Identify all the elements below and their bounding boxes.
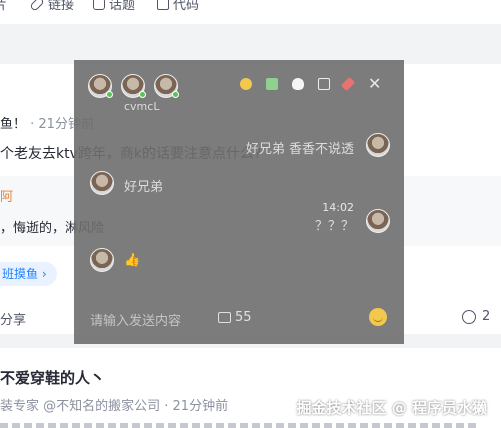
- toolbar-topic-label: 话题: [109, 0, 136, 13]
- avatar[interactable]: [121, 74, 146, 98]
- online-status-dot: [106, 91, 113, 98]
- message-text: 好兄弟: [124, 180, 164, 195]
- chat-panel: ✕ cvmcL 好兄弟 香香不说透 好兄弟 14:02 ？？？ 👍 请输入发送内…: [74, 60, 404, 344]
- avatar[interactable]: [366, 209, 390, 233]
- hashtag-icon: [93, 0, 105, 10]
- author-name[interactable]: 不爱穿鞋的人丶: [0, 367, 105, 388]
- message-input[interactable]: 请输入发送内容: [90, 310, 181, 329]
- image-icon[interactable]: [266, 78, 278, 90]
- watermark: 掘金技术社区 @ 程序员水獭: [296, 399, 487, 417]
- emoji-icon[interactable]: [369, 308, 387, 326]
- avatar[interactable]: [90, 171, 114, 195]
- circle-tag[interactable]: 班摸鱼 ›: [0, 262, 57, 286]
- like-button[interactable]: 2: [462, 309, 490, 324]
- pin-icon[interactable]: [340, 76, 356, 92]
- avatar[interactable]: [366, 133, 390, 157]
- toolbar-image[interactable]: 片: [0, 0, 7, 13]
- comment-count-value: 55: [235, 310, 252, 325]
- post-meta: 装专家 @不知名的搬家公司 · 21分钟前: [0, 399, 229, 414]
- quote-line: 阿: [0, 190, 14, 205]
- toolbar-topic[interactable]: 话题: [93, 0, 135, 13]
- sender-name: cvmcL: [124, 100, 160, 113]
- post-text-preview: [0, 423, 480, 428]
- toolbar-code[interactable]: 代码: [157, 0, 199, 13]
- palette-icon[interactable]: [240, 78, 252, 90]
- author-name[interactable]: 鱼！: [0, 117, 26, 132]
- editor-toolbar: 片 链接 话题 代码: [0, 0, 501, 24]
- toolbar-image-label: 片: [0, 0, 8, 13]
- message-text: 好兄弟 香香不说透: [245, 142, 354, 157]
- penguin-icon[interactable]: [292, 78, 304, 90]
- online-status-dot: [172, 91, 179, 98]
- toolbar-link-label: 链接: [48, 0, 75, 13]
- avatar[interactable]: [90, 248, 114, 272]
- avatar[interactable]: [88, 74, 113, 98]
- toolbar-link[interactable]: 链接: [29, 0, 75, 13]
- like-count: 2: [482, 309, 491, 324]
- screen-icon[interactable]: [318, 78, 330, 90]
- like-icon: [462, 309, 476, 324]
- message-text: ？？？: [314, 219, 354, 234]
- close-icon[interactable]: ✕: [368, 74, 381, 93]
- code-icon: [157, 0, 169, 10]
- link-icon: [29, 0, 45, 12]
- comment-icon: [218, 312, 231, 323]
- share-button[interactable]: 分享: [0, 309, 26, 328]
- online-status-dot: [139, 91, 146, 98]
- avatar[interactable]: [154, 74, 179, 98]
- thumbs-up-icon: 👍: [124, 253, 141, 268]
- toolbar-code-label: 代码: [173, 0, 200, 13]
- message-time: 14:02: [322, 201, 354, 214]
- comment-count[interactable]: 55: [218, 310, 252, 325]
